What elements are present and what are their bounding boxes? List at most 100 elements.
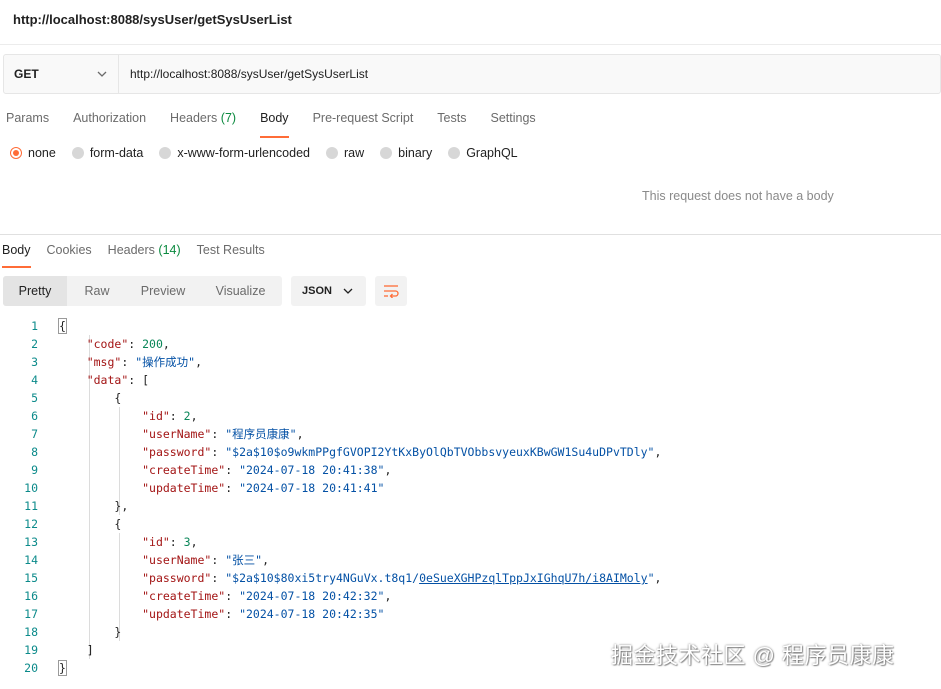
code-line: 3 "msg": "操作成功", — [0, 353, 941, 371]
line-content: { — [58, 318, 67, 334]
pane-splitter[interactable] — [0, 234, 941, 235]
preview-button[interactable]: Preview — [127, 276, 199, 306]
code-line: 10 "updateTime": "2024-07-18 20:41:41" — [0, 479, 941, 497]
line-content: "userName": "张三", — [142, 553, 270, 567]
code-line: 17 "updateTime": "2024-07-18 20:42:35" — [0, 605, 941, 623]
body-type-options: none form-data x-www-form-urlencoded raw… — [10, 146, 534, 160]
code-line: 16 "createTime": "2024-07-18 20:42:32", — [0, 587, 941, 605]
line-content: "id": 2, — [142, 409, 198, 423]
radio-x-www-form-urlencoded[interactable]: x-www-form-urlencoded — [159, 146, 310, 160]
tab-settings[interactable]: Settings — [484, 108, 541, 138]
tab-pre-request-script[interactable]: Pre-request Script — [307, 108, 420, 138]
line-number: 1 — [31, 319, 38, 333]
radio-graphql[interactable]: GraphQL — [448, 146, 518, 160]
radio-form-data[interactable]: form-data — [71, 146, 143, 160]
radio-raw[interactable]: raw — [326, 146, 364, 160]
postman-window: http://localhost:8088/sysUser/getSysUser… — [0, 0, 941, 689]
tab-count: (7) — [220, 111, 237, 125]
request-tabs: Params Authorization Headers (7) Body Pr… — [0, 108, 554, 138]
line-number: 9 — [31, 463, 38, 477]
radio-label: none — [28, 146, 56, 160]
radio-icon — [159, 147, 172, 159]
radio-label: binary — [398, 146, 433, 160]
method-select[interactable]: GET — [4, 55, 119, 93]
tab-label: Body — [260, 111, 289, 125]
tab-label: Params — [6, 111, 50, 125]
line-number: 3 — [31, 355, 38, 369]
tab-tests[interactable]: Tests — [431, 108, 472, 138]
code-line: 9 "createTime": "2024-07-18 20:41:38", — [0, 461, 941, 479]
line-content: "createTime": "2024-07-18 20:41:38", — [142, 463, 392, 477]
line-content: { — [114, 517, 122, 531]
radio-none[interactable]: none — [10, 146, 56, 160]
code-line: 12 { — [0, 515, 941, 533]
wrap-lines-icon — [384, 285, 399, 298]
line-number: 12 — [24, 517, 38, 531]
tab-params[interactable]: Params — [0, 108, 55, 138]
pretty-button[interactable]: Pretty — [3, 276, 67, 306]
line-number: 20 — [24, 661, 38, 675]
line-number: 6 — [31, 409, 38, 423]
line-content: { — [114, 391, 122, 405]
response-tab-cookies[interactable]: Cookies — [45, 242, 94, 268]
tab-body[interactable]: Body — [254, 108, 295, 138]
tab-label: Body — [2, 243, 31, 257]
radio-icon — [326, 147, 338, 159]
code-line: 6 "id": 2, — [0, 407, 941, 425]
radio-label: x-www-form-urlencoded — [177, 146, 310, 160]
response-tab-headers[interactable]: Headers (14) — [106, 242, 183, 268]
line-number: 13 — [24, 535, 38, 549]
code-line: 14 "userName": "张三", — [0, 551, 941, 569]
line-content: }, — [114, 499, 129, 513]
line-number: 11 — [24, 499, 38, 513]
line-content: "password": "$2a$10$80xi5try4NGuVx.t8q1/… — [142, 571, 662, 585]
radio-binary[interactable]: binary — [380, 146, 432, 160]
line-number: 15 — [24, 571, 38, 585]
line-content: "userName": "程序员康康", — [142, 427, 304, 441]
code-line: 2 "code": 200, — [0, 335, 941, 353]
line-number: 8 — [31, 445, 38, 459]
wrap-lines-button[interactable] — [375, 276, 407, 306]
chevron-down-icon — [97, 71, 107, 77]
line-content: "password": "$2a$10$o9wkmPPgfGVOPI2YtKxB… — [142, 445, 662, 459]
code-line: 7 "userName": "程序员康康", — [0, 425, 941, 443]
line-content: } — [58, 660, 67, 676]
response-code-viewer[interactable]: 1{2 "code": 200, 3 "msg": "操作成功", 4 "data"… — [0, 317, 941, 677]
tab-label: Tests — [437, 111, 467, 125]
url-input[interactable] — [119, 55, 940, 93]
line-number: 19 — [24, 643, 38, 657]
line-content: "id": 3, — [142, 535, 198, 549]
tab-label: Headers — [170, 111, 218, 125]
line-content: "msg": "操作成功", — [86, 355, 202, 369]
response-tab-test-results[interactable]: Test Results — [195, 242, 267, 268]
radio-label: GraphQL — [466, 146, 518, 160]
raw-button[interactable]: Raw — [67, 276, 127, 306]
code-line: 15 "password": "$2a$10$80xi5try4NGuVx.t8… — [0, 569, 941, 587]
line-content: "updateTime": "2024-07-18 20:41:41" — [142, 481, 385, 495]
tab-authorization[interactable]: Authorization — [67, 108, 152, 138]
divider — [0, 44, 941, 45]
line-number: 10 — [24, 481, 38, 495]
code-line: 11 }, — [0, 497, 941, 515]
line-number: 18 — [24, 625, 38, 639]
method-label: GET — [14, 67, 39, 81]
line-number: 16 — [24, 589, 38, 603]
tab-headers[interactable]: Headers (7) — [164, 108, 242, 138]
tab-label: Pre-request Script — [312, 111, 414, 125]
radio-selected-icon — [10, 147, 22, 159]
format-select[interactable]: JSON — [291, 276, 366, 306]
watermark: 掘金技术社区 @ 程序员康康 — [611, 643, 895, 668]
visualize-button[interactable]: Visualize — [199, 276, 282, 306]
line-number: 5 — [31, 391, 38, 405]
response-tabs: Body Cookies Headers (14) Test Results — [0, 242, 279, 268]
response-tab-body[interactable]: Body — [0, 242, 33, 268]
no-body-message: This request does not have a body — [642, 189, 834, 203]
line-number: 4 — [31, 373, 38, 387]
tab-count: (14) — [158, 243, 181, 257]
tab-label: Authorization — [73, 111, 147, 125]
line-content: "code": 200, — [86, 337, 170, 351]
code-line: 5 { — [0, 389, 941, 407]
request-title: http://localhost:8088/sysUser/getSysUser… — [13, 12, 292, 27]
code-line: 13 "id": 3, — [0, 533, 941, 551]
radio-label: raw — [344, 146, 365, 160]
